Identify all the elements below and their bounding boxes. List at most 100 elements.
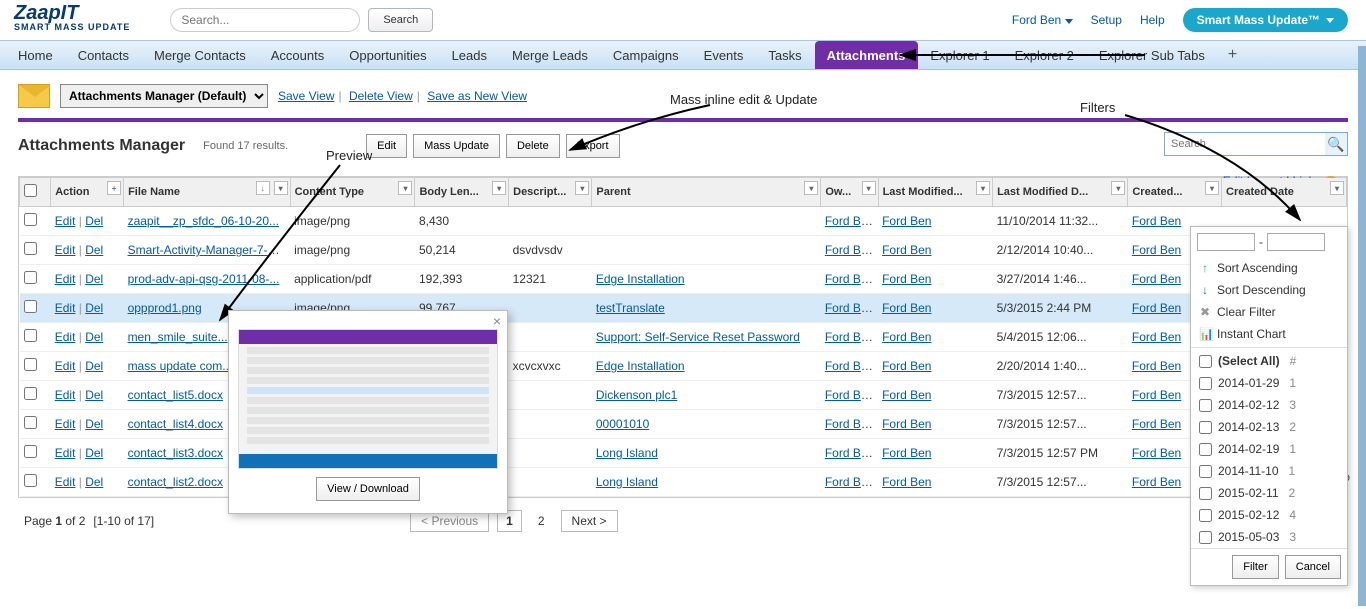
col-header[interactable]: Descript...▾ <box>509 178 592 207</box>
filter-option[interactable]: 2014-11-101 <box>1191 460 1347 482</box>
col-header[interactable]: Last Modified D...▾ <box>993 178 1128 207</box>
filter-option-checkbox[interactable] <box>1199 531 1212 544</box>
close-icon[interactable]: × <box>493 313 501 329</box>
last-modified-by-link[interactable]: Ford Ben <box>882 301 931 315</box>
last-modified-by-link[interactable]: Ford Ben <box>882 330 931 344</box>
column-menu-icon[interactable]: ▾ <box>862 181 876 195</box>
parent-link[interactable]: Edge Installation <box>596 272 685 286</box>
parent-link[interactable]: Support: Self-Service Reset Password <box>596 330 800 344</box>
col-header[interactable]: Ow...▾ <box>821 178 878 207</box>
row-checkbox[interactable] <box>24 242 37 255</box>
clear-filter[interactable]: ✖Clear Filter <box>1191 301 1347 323</box>
filter-option[interactable]: 2015-05-033 <box>1191 526 1347 548</box>
owner-link[interactable]: Ford Ben <box>825 243 874 257</box>
filter-date-from[interactable] <box>1197 233 1255 251</box>
owner-link[interactable]: Ford Ben <box>825 301 874 315</box>
owner-link[interactable]: Ford Ben <box>825 330 874 344</box>
filter-select-all[interactable]: (Select All)# <box>1191 350 1347 372</box>
row-del-link[interactable]: Del <box>85 301 103 315</box>
nav-tab-home[interactable]: Home <box>6 41 66 69</box>
file-name-link[interactable]: mass update com... <box>128 359 233 373</box>
filter-option-checkbox[interactable] <box>1199 421 1212 434</box>
col-header[interactable]: Content Type▾ <box>290 178 415 207</box>
row-del-link[interactable]: Del <box>85 359 103 373</box>
file-name-link[interactable]: zaapit__zp_sfdc_06-10-20... <box>128 214 279 228</box>
file-name-link[interactable]: contact_list2.docx <box>128 475 223 489</box>
global-search-button[interactable]: Search <box>368 8 433 32</box>
row-del-link[interactable]: Del <box>85 446 103 460</box>
add-tab-button[interactable]: + <box>1218 41 1247 69</box>
instant-chart[interactable]: 📊Instant Chart <box>1191 323 1347 345</box>
created-by-link[interactable]: Ford Ben <box>1132 417 1181 431</box>
filter-option[interactable]: 2014-02-191 <box>1191 438 1347 460</box>
filter-option-checkbox[interactable] <box>1199 509 1212 522</box>
select-all-rows-checkbox[interactable] <box>24 184 37 197</box>
created-by-link[interactable]: Ford Ben <box>1132 446 1181 460</box>
delete-view-link[interactable]: Delete View <box>349 89 413 103</box>
last-modified-by-link[interactable]: Ford Ben <box>882 359 931 373</box>
owner-link[interactable]: Ford Ben <box>825 417 874 431</box>
col-header[interactable]: Created Date▾ <box>1222 178 1347 207</box>
col-header[interactable]: Action+ <box>51 178 124 207</box>
column-menu-icon[interactable]: ▾ <box>1205 181 1219 195</box>
row-checkbox[interactable] <box>24 474 37 487</box>
created-by-link[interactable]: Ford Ben <box>1132 301 1181 315</box>
file-name-link[interactable]: Smart-Activity-Manager-7-all... <box>128 243 290 257</box>
col-header[interactable]: Parent▾ <box>592 178 821 207</box>
filter-option[interactable]: 2015-02-124 <box>1191 504 1347 526</box>
row-edit-link[interactable]: Edit <box>55 330 76 344</box>
created-by-link[interactable]: Ford Ben <box>1132 243 1181 257</box>
file-name-link[interactable]: prod-adv-api-qsg-2011-08-... <box>128 272 280 286</box>
row-del-link[interactable]: Del <box>85 272 103 286</box>
file-name-link[interactable]: men_smile_suite... <box>128 330 228 344</box>
column-menu-icon[interactable]: ▾ <box>398 181 412 195</box>
select-all-checkbox[interactable] <box>1199 355 1212 368</box>
row-edit-link[interactable]: Edit <box>55 388 76 402</box>
row-del-link[interactable]: Del <box>85 388 103 402</box>
row-checkbox[interactable] <box>24 416 37 429</box>
owner-link[interactable]: Ford Ben <box>825 446 874 460</box>
parent-link[interactable]: Edge Installation <box>596 359 685 373</box>
nav-tab-explorer-1[interactable]: Explorer 1 <box>918 41 1002 69</box>
save-as-new-view-link[interactable]: Save as New View <box>427 89 527 103</box>
row-edit-link[interactable]: Edit <box>55 243 76 257</box>
row-checkbox[interactable] <box>24 358 37 371</box>
column-menu-icon[interactable]: ▾ <box>575 181 589 195</box>
last-modified-by-link[interactable]: Ford Ben <box>882 388 931 402</box>
row-edit-link[interactable]: Edit <box>55 301 76 315</box>
add-column-icon[interactable]: + <box>107 181 121 195</box>
owner-link[interactable]: Ford Ben <box>825 388 874 402</box>
column-menu-icon[interactable]: ▾ <box>274 181 288 195</box>
col-header[interactable]: Last Modified...▾ <box>878 178 992 207</box>
owner-link[interactable]: Ford Ben <box>825 272 874 286</box>
nav-tab-accounts[interactable]: Accounts <box>259 41 337 69</box>
row-checkbox[interactable] <box>24 387 37 400</box>
sort-descending[interactable]: ↓Sort Descending <box>1191 279 1347 301</box>
filter-option-checkbox[interactable] <box>1199 443 1212 456</box>
parent-link[interactable]: Dickenson plc1 <box>596 388 677 402</box>
created-by-link[interactable]: Ford Ben <box>1132 388 1181 402</box>
owner-link[interactable]: Ford Ben <box>825 359 874 373</box>
filter-option-checkbox[interactable] <box>1199 487 1212 500</box>
column-menu-icon[interactable]: ▾ <box>1330 181 1344 195</box>
view-selector[interactable]: Attachments Manager (Default) <box>60 84 268 108</box>
filter-option-checkbox[interactable] <box>1199 377 1212 390</box>
nav-tab-explorer-sub-tabs[interactable]: Explorer Sub Tabs <box>1087 41 1218 69</box>
nav-tab-attachments[interactable]: Attachments <box>815 41 919 69</box>
filter-option-checkbox[interactable] <box>1199 465 1212 478</box>
global-search-input[interactable] <box>170 8 360 32</box>
search-icon[interactable]: 🔍 <box>1325 133 1347 155</box>
created-by-link[interactable]: Ford Ben <box>1132 214 1181 228</box>
parent-link[interactable]: Long Island <box>596 446 658 460</box>
created-by-link[interactable]: Ford Ben <box>1132 330 1181 344</box>
col-header[interactable]: Body Len...▾ <box>415 178 509 207</box>
col-header[interactable] <box>20 178 51 207</box>
created-by-link[interactable]: Ford Ben <box>1132 359 1181 373</box>
row-del-link[interactable]: Del <box>85 475 103 489</box>
row-del-link[interactable]: Del <box>85 417 103 431</box>
row-edit-link[interactable]: Edit <box>55 417 76 431</box>
help-link[interactable]: Help <box>1140 13 1165 27</box>
filter-option-checkbox[interactable] <box>1199 399 1212 412</box>
row-edit-link[interactable]: Edit <box>55 359 76 373</box>
col-header[interactable]: Created...▾ <box>1128 178 1222 207</box>
